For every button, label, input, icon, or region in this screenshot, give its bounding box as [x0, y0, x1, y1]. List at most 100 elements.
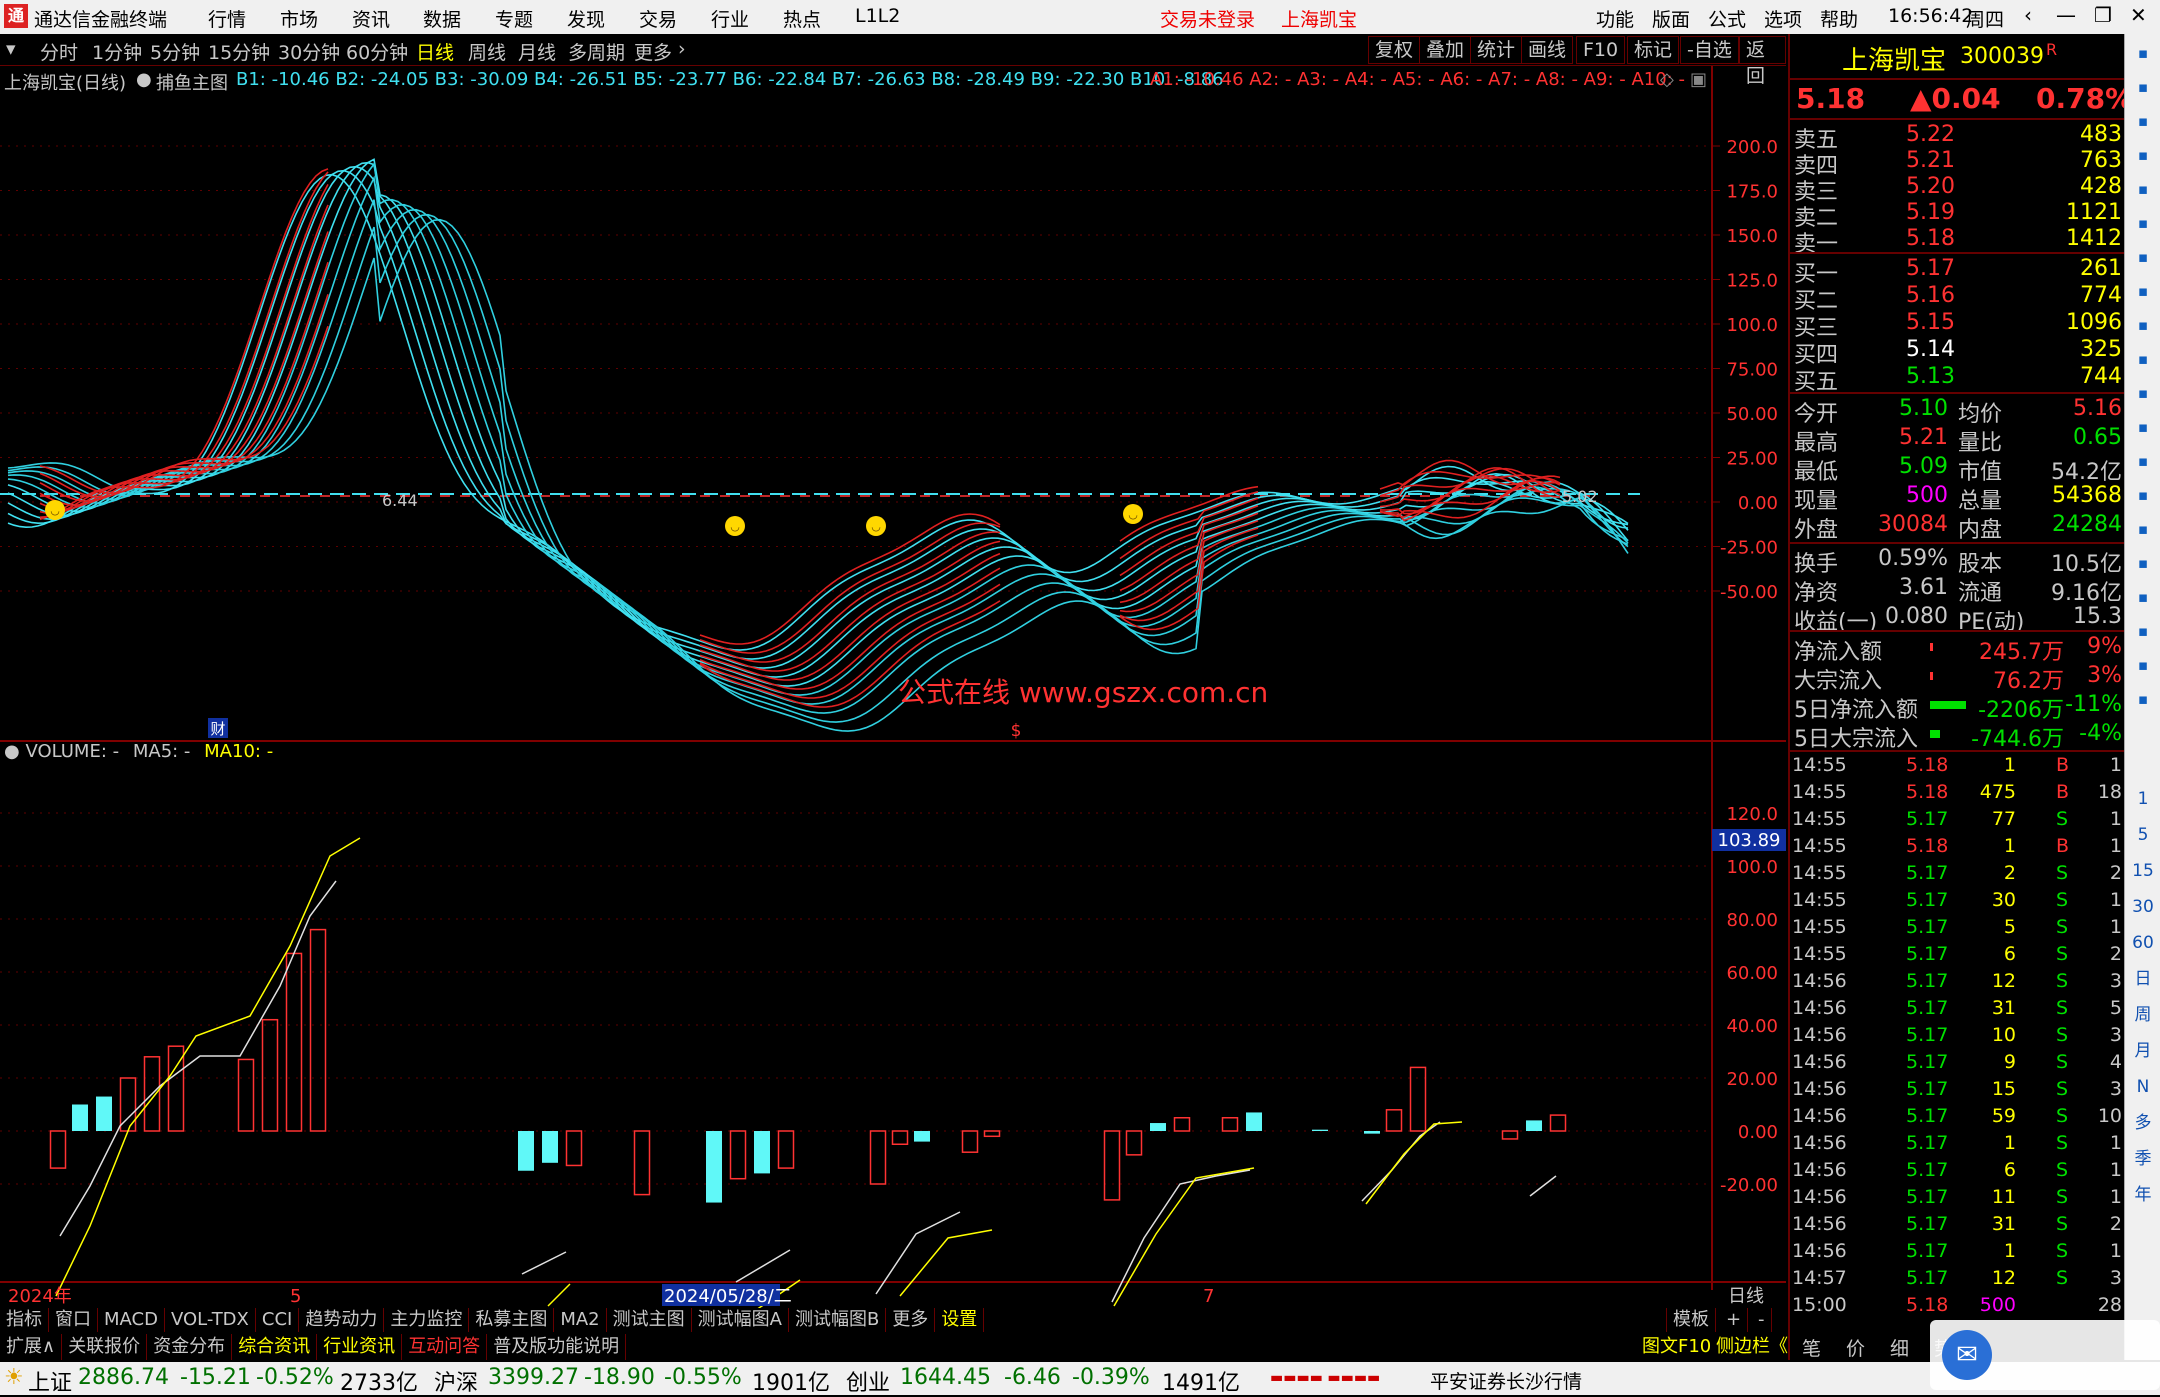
tool-tongji[interactable]: 统计 — [1470, 36, 1523, 64]
zoom-out-button[interactable]: - — [1752, 1308, 1772, 1332]
ext-related-quotes[interactable]: 关联报价 — [62, 1334, 148, 1360]
list-icon[interactable]: ▪ — [2129, 176, 2157, 202]
expand-icon[interactable]: ▪ — [2129, 40, 2157, 66]
sidebar-period-4[interactable]: 60 — [2129, 930, 2157, 956]
menu-banmian[interactable]: 版面 — [1652, 5, 1690, 32]
table-icon[interactable]: ▪ — [2129, 312, 2157, 338]
tab-ceshi-futu-b[interactable]: 测试幅图B — [789, 1308, 887, 1332]
bid-row[interactable]: 买五 5.13 744 — [1790, 364, 2126, 395]
ask-row[interactable]: 卖二 5.19 1121 — [1790, 200, 2126, 231]
tab-macd[interactable]: MACD — [98, 1308, 165, 1332]
period-30min[interactable]: 30分钟 — [278, 38, 340, 65]
ext-industry-news[interactable]: 行业资讯 — [317, 1334, 403, 1360]
bid-row[interactable]: 买一 5.17 261 — [1790, 256, 2126, 287]
restore-icon[interactable]: ❐ — [2094, 3, 2112, 27]
tool-diejia[interactable]: 叠加 — [1419, 36, 1472, 64]
move-icon[interactable]: ▪ — [2129, 584, 2157, 610]
tab-ceshi-futu-a[interactable]: 测试幅图A — [692, 1308, 789, 1332]
back-icon[interactable]: ‹ — [2024, 3, 2032, 27]
tab-bi[interactable]: 笔 — [1802, 1334, 1821, 1361]
doc-icon[interactable]: ▪ — [2129, 516, 2157, 542]
ext-help[interactable]: 普及版功能说明 — [487, 1334, 627, 1360]
ticker-cy-name[interactable]: 创业 — [846, 1365, 890, 1397]
minimize-icon[interactable]: — — [2056, 3, 2076, 27]
ask-row[interactable]: 卖一 5.18 1412 — [1790, 226, 2126, 257]
rsi-icon[interactable]: ▪ — [2129, 550, 2157, 576]
cai-marker[interactable]: 财 — [210, 720, 225, 738]
sidebar-period-8[interactable]: N — [2129, 1074, 2157, 1100]
fin-icon[interactable]: ▪ — [2129, 346, 2157, 372]
sidebar-period-10[interactable]: 季 — [2129, 1146, 2157, 1172]
f5-icon[interactable]: ▪ — [2129, 652, 2157, 678]
sidebar-period-9[interactable]: 多 — [2129, 1110, 2157, 1136]
pen-icon[interactable]: ▪ — [2129, 618, 2157, 644]
clock-icon[interactable]: ▪ — [2129, 482, 2157, 508]
ext-general-news[interactable]: 综合资讯 — [232, 1334, 318, 1360]
ask-row[interactable]: 卖四 5.21 763 — [1790, 148, 2126, 179]
ext-sidebar-button[interactable]: 侧边栏《 — [1710, 1334, 1794, 1360]
period-60min[interactable]: 60分钟 — [346, 38, 408, 65]
menu-xuanxiang[interactable]: 选项 — [1764, 5, 1802, 32]
period-1min[interactable]: 1分钟 — [92, 38, 142, 65]
tab-more[interactable]: 更多 — [886, 1308, 936, 1332]
period-monthly[interactable]: 月线 — [518, 38, 556, 65]
candle-icon[interactable]: ▪ — [2129, 278, 2157, 304]
menu-zhuanti[interactable]: 专题 — [495, 5, 533, 32]
tab-qushi[interactable]: 趋势动力 — [299, 1308, 385, 1332]
tool-fanhui[interactable]: 返回 — [1739, 36, 1786, 87]
tab-xi[interactable]: 细 — [1890, 1334, 1909, 1361]
ext-fund-distribution[interactable]: 资金分布 — [147, 1334, 233, 1360]
ask-row[interactable]: 卖五 5.22 483 — [1790, 122, 2126, 153]
tab-vol-tdx[interactable]: VOL-TDX — [165, 1308, 256, 1332]
menu-gongneng[interactable]: 功能 — [1596, 5, 1634, 32]
line-chart-icon[interactable]: ▪ — [2129, 244, 2157, 270]
news-icon[interactable]: ▪ — [2129, 380, 2157, 406]
menu-zixun[interactable]: 资讯 — [352, 5, 390, 32]
sidebar-period-11[interactable]: 年 — [2129, 1182, 2157, 1208]
tab-zhuli[interactable]: 主力监控 — [384, 1308, 470, 1332]
tab-zhibiao[interactable]: 指标 — [0, 1308, 49, 1332]
add-icon[interactable]: ▪ — [2129, 142, 2157, 168]
sidebar-period-6[interactable]: 周 — [2129, 1002, 2157, 1028]
bid-row[interactable]: 买三 5.15 1096 — [1790, 310, 2126, 341]
menu-bangzhu[interactable]: 帮助 — [1820, 5, 1858, 32]
sidebar-period-1[interactable]: 5 — [2129, 822, 2157, 848]
f2-icon[interactable]: ▪ — [2129, 448, 2157, 474]
chart-canvas[interactable]: 200.0175.0150.0125.0100.075.0050.0025.00… — [0, 66, 1786, 1310]
tab-jia[interactable]: 价 — [1846, 1334, 1865, 1361]
ticker-hs-name[interactable]: 沪深 — [434, 1365, 478, 1397]
menu-gongshi[interactable]: 公式 — [1708, 5, 1746, 32]
template-button[interactable]: 模板 — [1666, 1308, 1716, 1332]
sidebar-period-5[interactable]: 日 — [2129, 966, 2157, 992]
menu-shichang[interactable]: 市场 — [280, 5, 318, 32]
menu-shuju[interactable]: 数据 — [423, 5, 461, 32]
period-15min[interactable]: 15分钟 — [208, 38, 270, 65]
indicator-toggle-icon[interactable]: ● — [136, 69, 152, 90]
sidebar-period-2[interactable]: 15 — [2129, 858, 2157, 884]
collapse-icon[interactable]: ▾ — [6, 38, 16, 60]
indicator-name[interactable]: 捕鱼主图 — [156, 69, 228, 95]
bid-row[interactable]: 买四 5.14 325 — [1790, 337, 2126, 368]
sidebar-period-0[interactable]: 1 — [2129, 786, 2157, 812]
tab-ma2[interactable]: MA2 — [554, 1308, 607, 1332]
s-marker[interactable]: $ — [1011, 721, 1022, 741]
trade-status[interactable]: 交易未登录 — [1160, 5, 1255, 32]
ask-row[interactable]: 卖三 5.20 428 — [1790, 174, 2126, 205]
grid-icon[interactable]: ▪ — [2129, 210, 2157, 236]
menu-l1l2[interactable]: L1L2 — [855, 5, 900, 27]
sidebar-period-3[interactable]: 30 — [2129, 894, 2157, 920]
menu-redian[interactable]: 热点 — [783, 5, 821, 32]
tool-huaxian[interactable]: 画线 — [1521, 36, 1574, 64]
period-weekly[interactable]: 周线 — [468, 38, 506, 65]
sidebar-period-7[interactable]: 月 — [2129, 1038, 2157, 1064]
tab-simu[interactable]: 私募主图 — [469, 1308, 555, 1332]
ext-qa[interactable]: 互动问答 — [402, 1334, 488, 1360]
volume-toggle-icon[interactable]: ● — [4, 741, 20, 762]
f10-icon[interactable]: ▪ — [2129, 414, 2157, 440]
ticker-sh-name[interactable]: 上证 — [28, 1365, 72, 1397]
tool-f10[interactable]: F10 — [1576, 36, 1626, 64]
close-icon[interactable]: ✕ — [2130, 3, 2147, 27]
tool-fuquan[interactable]: 复权 — [1368, 36, 1421, 64]
period-fenshi[interactable]: 分时 — [40, 38, 78, 65]
screen-icon[interactable]: ▪ — [2129, 686, 2157, 712]
